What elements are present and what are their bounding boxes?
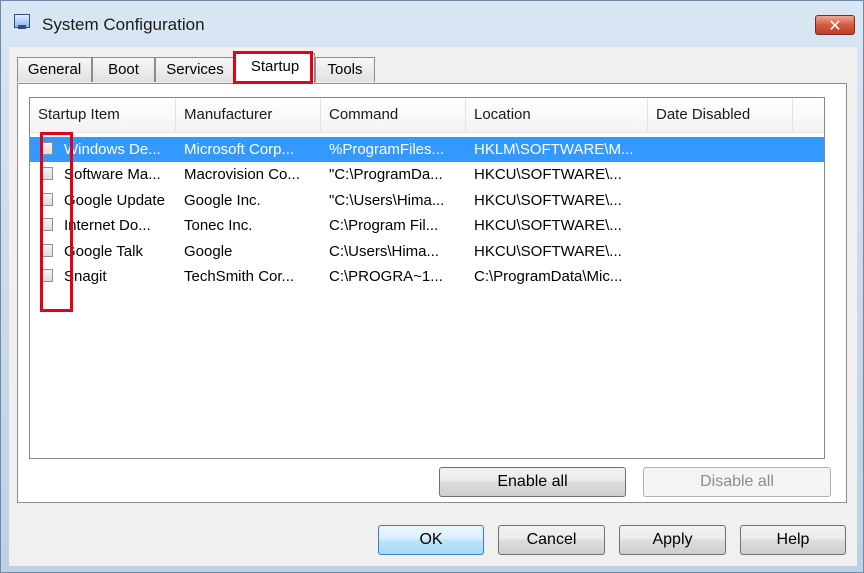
cell-command: %ProgramFiles...: [329, 141, 445, 158]
cell-date-disabled: [656, 162, 792, 187]
startup-item-checkbox[interactable]: [40, 244, 53, 257]
table-row[interactable]: Windows De... Microsoft Corp... %Program…: [30, 137, 824, 162]
cell-location: C:\ProgramData\Mic...: [474, 268, 623, 285]
table-row[interactable]: Google Update Google Inc. "C:\Users\Hima…: [30, 188, 824, 213]
disable-all-button[interactable]: Disable all: [643, 467, 831, 497]
system-configuration-window: System Configuration ✕ General Boot Serv…: [0, 0, 864, 573]
cell-startup-item: Windows De...: [64, 141, 161, 158]
cell-manufacturer: Google Inc.: [184, 192, 261, 209]
cancel-button[interactable]: Cancel: [498, 525, 605, 555]
cell-date-disabled: [656, 188, 792, 213]
cell-date-disabled: [656, 264, 792, 289]
cell-startup-item: Internet Do...: [64, 217, 151, 234]
list-header: Startup Item Manufacturer Command Locati…: [30, 98, 824, 133]
cell-manufacturer: Microsoft Corp...: [184, 141, 295, 158]
cell-manufacturer: Tonec Inc.: [184, 217, 253, 234]
cell-location: HKLM\SOFTWARE\M...: [474, 141, 634, 158]
table-row[interactable]: Internet Do... Tonec Inc. C:\Program Fil…: [30, 213, 824, 238]
apply-button[interactable]: Apply: [619, 525, 726, 555]
cell-command: "C:\ProgramDa...: [329, 166, 443, 183]
startup-item-checkbox[interactable]: [40, 142, 53, 155]
cell-manufacturer: TechSmith Cor...: [184, 268, 295, 285]
cell-location: HKCU\SOFTWARE\...: [474, 217, 622, 234]
startup-item-checkbox[interactable]: [40, 269, 53, 282]
startup-item-checkbox[interactable]: [40, 167, 53, 180]
tab-startup[interactable]: Startup: [235, 53, 315, 84]
cell-date-disabled: [656, 213, 792, 238]
cell-manufacturer: Macrovision Co...: [184, 166, 300, 183]
table-row[interactable]: Software Ma... Macrovision Co... "C:\Pro…: [30, 162, 824, 187]
dialog-client-area: General Boot Services Startup Tools Star…: [9, 47, 857, 566]
startup-item-checkbox[interactable]: [40, 218, 53, 231]
startup-item-checkbox[interactable]: [40, 193, 53, 206]
cell-startup-item: Google Talk: [64, 243, 143, 260]
msconfig-app-icon: [14, 14, 30, 29]
title-bar[interactable]: System Configuration ✕: [1, 1, 863, 47]
window-title: System Configuration: [42, 15, 205, 34]
cell-manufacturer: Google: [184, 243, 233, 260]
cell-startup-item: Software Ma...: [64, 166, 161, 183]
table-row[interactable]: Snagit TechSmith Cor... C:\PROGRA~1... C…: [30, 264, 824, 289]
column-header-date-disabled[interactable]: Date Disabled: [648, 98, 793, 132]
cell-startup-item: Google Update: [64, 192, 165, 209]
ok-button[interactable]: OK: [378, 525, 484, 555]
cell-location: HKCU\SOFTWARE\...: [474, 166, 622, 183]
cell-command: "C:\Users\Hima...: [329, 192, 445, 209]
column-header-startup-item[interactable]: Startup Item: [30, 98, 176, 132]
column-header-command[interactable]: Command: [321, 98, 466, 132]
cell-date-disabled: [656, 137, 792, 162]
tab-general[interactable]: General: [17, 57, 92, 82]
table-row[interactable]: Google Talk Google C:\Users\Hima... HKCU…: [30, 239, 824, 264]
column-header-location[interactable]: Location: [466, 98, 648, 132]
cell-command: C:\Program Fil...: [329, 217, 439, 234]
cell-command: C:\PROGRA~1...: [329, 268, 443, 285]
tab-boot[interactable]: Boot: [92, 57, 155, 82]
cell-location: HKCU\SOFTWARE\...: [474, 243, 622, 260]
close-button[interactable]: ✕: [815, 15, 855, 35]
cell-startup-item: Snagit: [64, 268, 107, 285]
cell-command: C:\Users\Hima...: [329, 243, 440, 260]
enable-all-button[interactable]: Enable all: [439, 467, 626, 497]
column-header-manufacturer[interactable]: Manufacturer: [176, 98, 321, 132]
help-button[interactable]: Help: [740, 525, 846, 555]
startup-items-list[interactable]: Startup Item Manufacturer Command Locati…: [29, 97, 825, 459]
tab-tools[interactable]: Tools: [315, 57, 375, 82]
cell-date-disabled: [656, 239, 792, 264]
cell-location: HKCU\SOFTWARE\...: [474, 192, 622, 209]
tab-services[interactable]: Services: [155, 57, 235, 82]
